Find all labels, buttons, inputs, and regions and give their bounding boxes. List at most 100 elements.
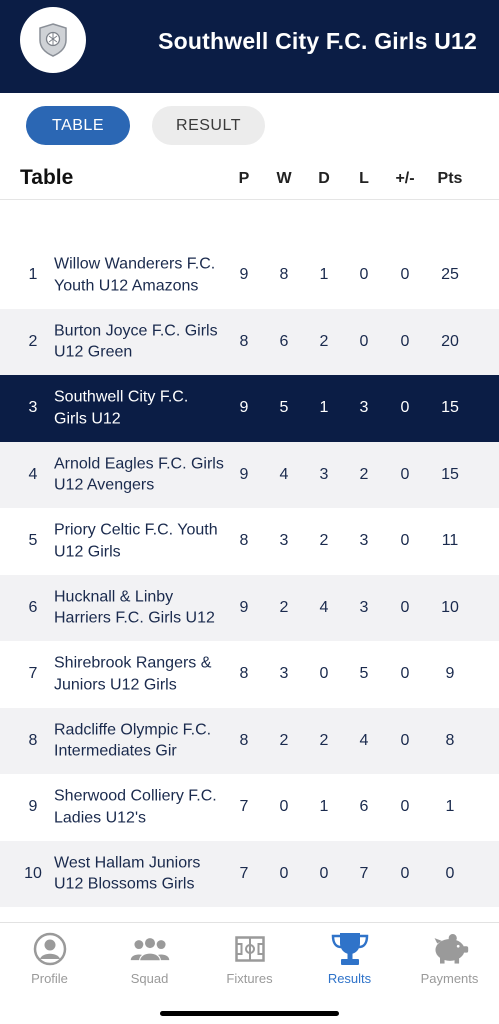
league-table: 1 Willow Wanderers F.C. Youth U12 Amazons… bbox=[0, 242, 499, 907]
row-points: 15 bbox=[441, 465, 459, 483]
row-drawn: 4 bbox=[319, 598, 329, 616]
nav-label-payments: Payments bbox=[420, 971, 479, 986]
row-position: 7 bbox=[28, 665, 38, 683]
row-lost: 3 bbox=[359, 532, 369, 550]
nav-label-profile: Profile bbox=[31, 971, 68, 986]
nav-payments[interactable]: Payments bbox=[400, 931, 499, 986]
row-played: 9 bbox=[239, 465, 249, 483]
row-lost: 7 bbox=[359, 864, 369, 882]
row-team-name: Shirebrook Rangers & Juniors U12 Girls bbox=[54, 654, 212, 694]
table-row[interactable]: 1 Willow Wanderers F.C. Youth U12 Amazons… bbox=[0, 242, 499, 309]
row-won: 6 bbox=[279, 332, 289, 350]
row-goal-diff: 0 bbox=[400, 598, 410, 616]
row-position: 3 bbox=[28, 399, 38, 417]
row-lost: 2 bbox=[359, 465, 369, 483]
row-points: 0 bbox=[445, 864, 455, 882]
row-goal-diff: 0 bbox=[400, 864, 410, 882]
table-row[interactable]: 3 Southwell City F.C. Girls U12 9 5 1 3 0 15 bbox=[0, 375, 499, 442]
row-team-name: Southwell City F.C. Girls U12 bbox=[54, 388, 189, 428]
nav-label-fixtures: Fixtures bbox=[226, 971, 273, 986]
table-row[interactable]: 7 Shirebrook Rangers & Juniors U12 Girls 8… bbox=[0, 641, 499, 708]
row-won: 3 bbox=[279, 532, 289, 550]
col-header-played: P bbox=[238, 170, 250, 187]
row-position: 5 bbox=[28, 532, 38, 550]
table-row[interactable]: 8 Radcliffe Olympic F.C. Intermediates Gi… bbox=[0, 707, 499, 774]
table-row[interactable]: 10 West Hallam Juniors U12 Blossoms Girls… bbox=[0, 840, 499, 907]
row-won: 4 bbox=[279, 465, 289, 483]
row-won: 2 bbox=[279, 731, 289, 749]
row-drawn: 3 bbox=[319, 465, 329, 483]
row-goal-diff: 0 bbox=[400, 731, 410, 749]
row-played: 8 bbox=[239, 731, 249, 749]
row-points: 9 bbox=[445, 665, 455, 683]
table-row[interactable]: 9 Sherwood Colliery F.C. Ladies U12's 7 0 1 6… bbox=[0, 774, 499, 841]
view-tabs: TABLE RESULT bbox=[0, 93, 499, 157]
row-played: 8 bbox=[239, 332, 249, 350]
row-won: 3 bbox=[279, 665, 289, 683]
row-drawn: 0 bbox=[319, 665, 329, 683]
row-lost: 0 bbox=[359, 332, 369, 350]
club-crest-icon[interactable] bbox=[20, 7, 86, 73]
squad-icon bbox=[130, 931, 170, 967]
row-goal-diff: 0 bbox=[400, 798, 410, 816]
row-played: 9 bbox=[239, 598, 249, 616]
row-team-name: Sherwood Colliery F.C. Ladies U12's bbox=[54, 787, 217, 827]
row-played: 8 bbox=[239, 665, 249, 683]
row-played: 9 bbox=[239, 266, 249, 284]
fixtures-icon bbox=[230, 931, 270, 967]
row-played: 7 bbox=[239, 798, 249, 816]
row-goal-diff: 0 bbox=[400, 665, 410, 683]
trophy-icon bbox=[330, 931, 370, 967]
row-lost: 0 bbox=[359, 266, 369, 284]
tab-table[interactable]: TABLE bbox=[26, 106, 130, 145]
col-header-points: Pts bbox=[437, 170, 463, 187]
row-position: 1 bbox=[28, 266, 38, 284]
row-position: 10 bbox=[24, 864, 42, 882]
row-team-name: West Hallam Juniors U12 Blossoms Girls bbox=[54, 854, 201, 893]
nav-results[interactable]: Results bbox=[300, 931, 399, 986]
nav-profile[interactable]: Profile bbox=[0, 931, 99, 986]
row-points: 25 bbox=[441, 266, 459, 284]
table-row[interactable]: 5 Priory Celtic F.C. Youth U12 Girls 8 3 2 3 0… bbox=[0, 508, 499, 575]
row-drawn: 1 bbox=[319, 798, 329, 816]
row-position: 8 bbox=[28, 731, 38, 749]
row-points: 20 bbox=[441, 332, 459, 350]
row-won: 5 bbox=[279, 399, 289, 417]
profile-icon bbox=[30, 931, 70, 967]
table-title: Table bbox=[20, 166, 74, 189]
row-played: 8 bbox=[239, 532, 249, 550]
nav-fixtures[interactable]: Fixtures bbox=[200, 931, 299, 986]
row-played: 9 bbox=[239, 399, 249, 417]
home-indicator[interactable] bbox=[160, 1011, 339, 1016]
col-header-lost: L bbox=[359, 170, 369, 187]
row-team-name: Priory Celtic F.C. Youth U12 Girls bbox=[54, 521, 218, 561]
row-lost: 3 bbox=[359, 598, 369, 616]
row-lost: 4 bbox=[359, 731, 369, 749]
nav-squad[interactable]: Squad bbox=[100, 931, 199, 986]
table-row[interactable]: 4 Arnold Eagles F.C. Girls U12 Avengers 9 4… bbox=[0, 441, 499, 508]
table-header: Table P W D L +/- Pts bbox=[0, 157, 499, 200]
table-row[interactable]: 6 Hucknall & Linby Harriers F.C. Girls U1… bbox=[0, 574, 499, 641]
row-team-name: Arnold Eagles F.C. Girls U12 Avengers bbox=[54, 455, 224, 494]
row-drawn: 2 bbox=[319, 332, 329, 350]
row-won: 2 bbox=[279, 598, 289, 616]
row-drawn: 0 bbox=[319, 864, 329, 882]
table-row[interactable]: 2 Burton Joyce F.C. Girls U12 Green 8 6 2 0 0 2… bbox=[0, 308, 499, 375]
row-drawn: 1 bbox=[319, 266, 329, 284]
row-team-name: Burton Joyce F.C. Girls U12 Green bbox=[54, 322, 218, 361]
row-position: 2 bbox=[28, 332, 38, 350]
col-header-goal-diff: +/- bbox=[395, 170, 415, 187]
page-title: Southwell City F.C. Girls U12 bbox=[158, 28, 477, 54]
tab-result[interactable]: RESULT bbox=[152, 106, 265, 145]
nav-label-squad: Squad bbox=[130, 971, 169, 986]
row-won: 8 bbox=[279, 266, 289, 284]
col-header-won: W bbox=[276, 170, 292, 187]
row-drawn: 2 bbox=[319, 731, 329, 749]
app-header: Southwell City F.C. Girls U12 bbox=[0, 0, 499, 93]
row-points: 10 bbox=[441, 598, 459, 616]
table-spacer bbox=[0, 201, 499, 242]
row-goal-diff: 0 bbox=[400, 266, 410, 284]
row-drawn: 2 bbox=[319, 532, 329, 550]
piggy-bank-icon bbox=[430, 931, 470, 967]
row-points: 11 bbox=[441, 532, 459, 550]
